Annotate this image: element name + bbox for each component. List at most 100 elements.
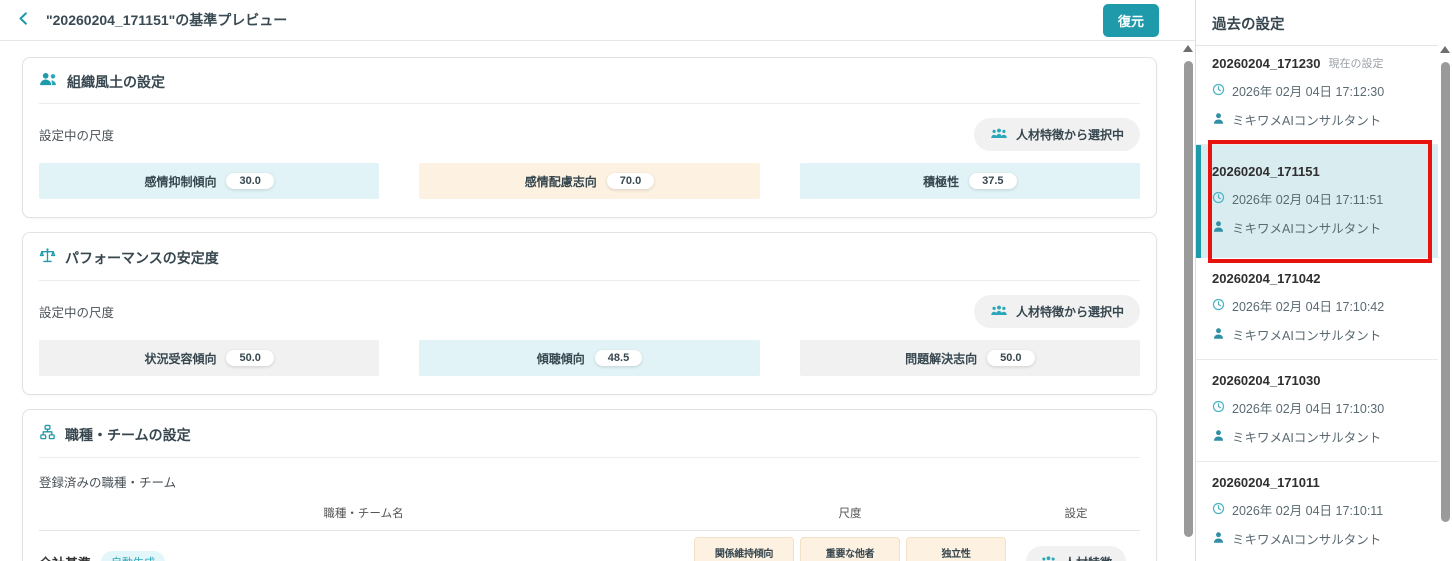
scale-bar-label: 感情抑制傾向: [144, 174, 217, 189]
entry-user: ミキワメAIコンサルタント: [1232, 222, 1382, 236]
card-title: 職種・チームの設定: [65, 427, 191, 443]
trait-selection-badge-label: 人材特徴から選択中: [1015, 128, 1124, 142]
card-team-settings: 職種・チームの設定 登録済みの職種・チーム 職種・チーム名 尺度 設定 全社基準…: [22, 409, 1157, 561]
card-title: 組織風土の設定: [67, 74, 165, 90]
scale-bar-label: 問題解決志向: [905, 351, 978, 366]
people-group-icon: [990, 127, 1008, 143]
person-icon: [1212, 531, 1225, 547]
back-button[interactable]: [10, 7, 36, 33]
entry-user: ミキワメAIコンサルタント: [1232, 114, 1382, 128]
scale-bar-value: 37.5: [969, 173, 1017, 189]
people-group-icon: [1040, 555, 1057, 561]
main-scrollbar[interactable]: [1181, 41, 1195, 561]
scroll-up-icon[interactable]: [1440, 46, 1450, 53]
page-title: "20260204_171151"の基準プレビュー: [46, 12, 288, 28]
history-entry[interactable]: 20260204_171042 2026年 02月 04日 17:10:42 ミ…: [1196, 258, 1438, 360]
person-icon: [1212, 327, 1225, 343]
clock-icon: [1212, 191, 1225, 207]
org-chart-icon: [39, 424, 56, 446]
clock-icon: [1212, 502, 1225, 518]
auto-generated-tag: 自動生成: [101, 551, 166, 561]
scale-bar-value: 70.0: [606, 173, 655, 189]
scale-chip: 重要な他者 66.0: [800, 537, 900, 561]
trait-selection-badge: 人材特徴から選択中: [973, 118, 1140, 151]
scale-section-label: 設定中の尺度: [39, 129, 115, 143]
registered-teams-label: 登録済みの職種・チーム: [39, 476, 177, 490]
scale-bar-label: 傾聴傾向: [536, 351, 585, 366]
scale-bar-label: 積極性: [923, 174, 960, 189]
table-row: 全社基準 自動生成 関係維持傾向 63.0 重要な他者 66.0 独立性: [39, 531, 1140, 561]
scale-chip: 独立性 50.5: [906, 537, 1006, 561]
chevron-left-icon: [16, 11, 31, 29]
scale-bar: 問題解決志向 50.0: [799, 340, 1140, 376]
scale-bar-label: 状況受容傾向: [144, 351, 217, 366]
scrollbar-thumb[interactable]: [1440, 62, 1450, 522]
history-entry-selected[interactable]: 20260204_171151 2026年 02月 04日 17:11:51 ミ…: [1196, 140, 1438, 263]
scale-chip-label: 重要な他者: [825, 549, 875, 560]
main-content: 組織風土の設定 設定中の尺度 人材特徴から選択中 感情抑制傾向 30.0 感情配…: [0, 41, 1181, 561]
current-setting-tag: 現在の設定: [1328, 58, 1384, 70]
column-header-scale: 尺度: [838, 508, 862, 520]
main-panel: "20260204_171151"の基準プレビュー 復元 組織風土の設定 設定中…: [0, 0, 1196, 561]
scale-bar-value: 50.0: [226, 350, 274, 366]
entry-title: 20260204_171011: [1212, 475, 1320, 490]
scale-chip-label: 関係維持傾向: [714, 549, 774, 560]
history-entry[interactable]: 20260204_171011 2026年 02月 04日 17:10:11 ミ…: [1196, 462, 1438, 561]
scale-chip-label: 独立性: [941, 549, 971, 560]
sidebar-title: 過去の設定: [1196, 0, 1452, 46]
teams-table-header: 職種・チーム名 尺度 設定: [39, 505, 1140, 531]
history-entry[interactable]: 20260204_171030 2026年 02月 04日 17:10:30 ミ…: [1196, 360, 1438, 462]
scale-bar-value: 30.0: [226, 173, 274, 189]
scale-bar-label: 感情配慮志向: [524, 174, 597, 189]
person-icon: [1212, 429, 1225, 445]
scroll-up-icon[interactable]: [1183, 45, 1193, 52]
scale-bar: 状況受容傾向 50.0: [39, 340, 380, 376]
scale-bar: 感情配慮志向 70.0: [419, 163, 760, 199]
person-icon: [1212, 220, 1225, 236]
card-title: パフォーマンスの安定度: [65, 250, 219, 266]
scale-bar: 傾聴傾向 48.5: [419, 340, 760, 376]
scale-bar-value: 50.0: [987, 350, 1035, 366]
entry-date: 2026年 02月 04日 17:11:51: [1232, 193, 1384, 207]
column-header-setting: 設定: [1064, 508, 1088, 520]
entry-title: 20260204_171042: [1212, 271, 1321, 286]
scale-chip: 関係維持傾向 63.0: [694, 537, 794, 561]
balance-icon: [39, 247, 56, 269]
trait-selection-badge-label: 人材特徴から選択中: [1015, 305, 1124, 319]
entry-date: 2026年 02月 04日 17:10:42: [1232, 300, 1385, 314]
entry-user: ミキワメAIコンサルタント: [1232, 533, 1382, 547]
column-header-name: 職種・チーム名: [323, 508, 404, 520]
card-performance-stability: パフォーマンスの安定度 設定中の尺度 人材特徴から選択中 状況受容傾向 50.0…: [22, 232, 1157, 395]
clock-icon: [1212, 83, 1225, 99]
entry-title: 20260204_171151: [1212, 164, 1320, 179]
trait-setting-button-label: 人材特徴: [1064, 554, 1112, 561]
card-organization-culture: 組織風土の設定 設定中の尺度 人材特徴から選択中 感情抑制傾向 30.0 感情配…: [22, 57, 1157, 218]
scale-bar: 積極性 37.5: [799, 163, 1140, 199]
restore-button[interactable]: 復元: [1102, 3, 1159, 37]
group-icon: [39, 72, 58, 92]
history-list: 20260204_171230 現在の設定 2026年 02月 04日 17:1…: [1196, 42, 1438, 561]
person-icon: [1212, 112, 1225, 128]
page-header: "20260204_171151"の基準プレビュー 復元: [0, 0, 1195, 41]
team-name: 全社基準: [39, 553, 91, 561]
entry-title: 20260204_171230: [1212, 55, 1321, 71]
people-group-icon: [990, 304, 1008, 320]
history-sidebar: 過去の設定 20260204_171230 現在の設定 2026年 02月 04…: [1196, 0, 1452, 561]
trait-setting-button[interactable]: 人材特徴: [1025, 545, 1126, 561]
clock-icon: [1212, 400, 1225, 416]
history-entry[interactable]: 20260204_171230 現在の設定 2026年 02月 04日 17:1…: [1196, 42, 1438, 145]
entry-user: ミキワメAIコンサルタント: [1232, 329, 1382, 343]
app-window: "20260204_171151"の基準プレビュー 復元 組織風土の設定 設定中…: [0, 0, 1452, 561]
trait-selection-badge: 人材特徴から選択中: [973, 295, 1140, 328]
entry-date: 2026年 02月 04日 17:10:11: [1232, 504, 1384, 518]
entry-user: ミキワメAIコンサルタント: [1232, 431, 1382, 445]
scale-bar-value: 48.5: [594, 350, 643, 366]
entry-date: 2026年 02月 04日 17:10:30: [1232, 402, 1385, 416]
teams-table: 職種・チーム名 尺度 設定 全社基準 自動生成 関係維持傾向 63.0: [39, 505, 1140, 561]
scrollbar-thumb[interactable]: [1183, 61, 1193, 537]
entry-title: 20260204_171030: [1212, 373, 1321, 388]
entry-date: 2026年 02月 04日 17:12:30: [1232, 85, 1385, 99]
scale-section-label: 設定中の尺度: [39, 306, 115, 320]
clock-icon: [1212, 298, 1225, 314]
sidebar-scrollbar[interactable]: [1438, 42, 1452, 561]
